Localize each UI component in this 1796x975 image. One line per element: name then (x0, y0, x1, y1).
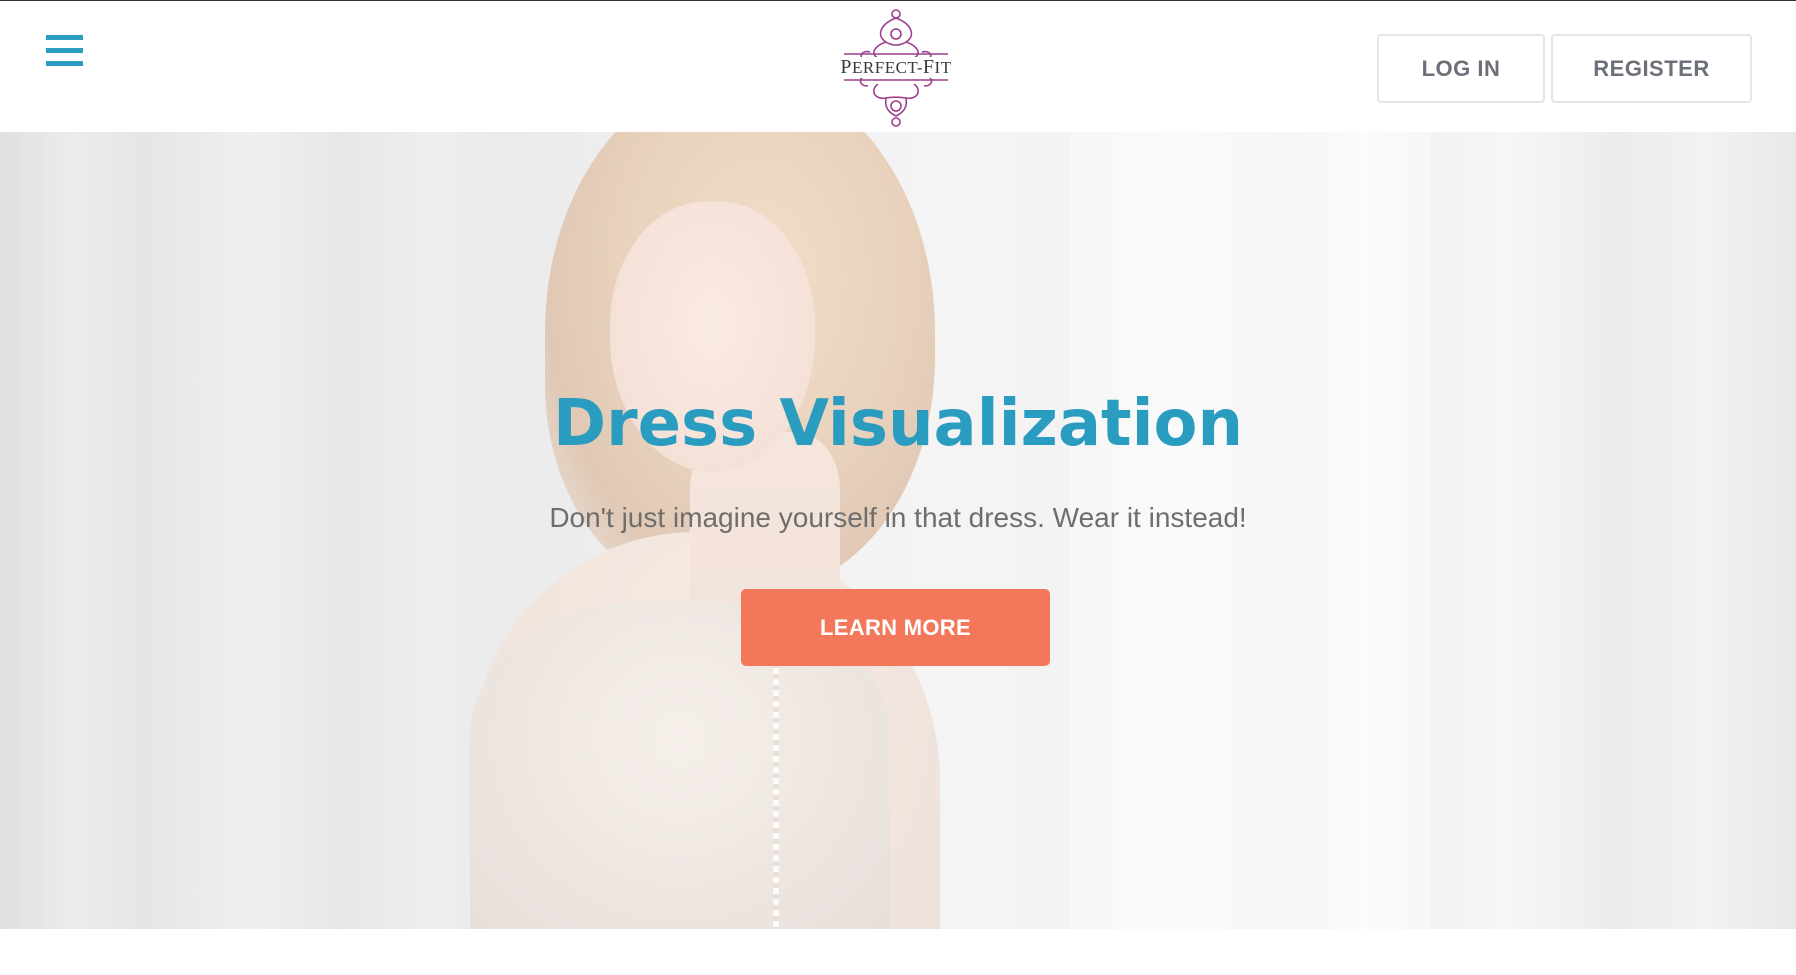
menu-bar (46, 35, 83, 40)
logo-text: PERFECT-FIT (840, 57, 952, 78)
page: PERFECT-FIT LOG IN REGISTER Dress Visual… (0, 0, 1796, 975)
hero-subtitle: Don't just imagine yourself in that dres… (549, 502, 1247, 533)
learn-more-button[interactable]: LEARN MORE (741, 589, 1050, 666)
login-button[interactable]: LOG IN (1377, 34, 1545, 103)
logo-letters: IT (934, 58, 952, 77)
menu-bar (46, 61, 83, 66)
site-header: PERFECT-FIT LOG IN REGISTER (0, 1, 1796, 132)
hero-title: Dress Visualization (552, 387, 1244, 461)
hero-section: Dress Visualization Don't just imagine y… (0, 132, 1796, 929)
logo-letter: F (922, 56, 935, 78)
logo[interactable]: PERFECT-FIT (840, 6, 952, 130)
below-hero-area (0, 929, 1796, 975)
logo-letters: ERFECT- (852, 58, 923, 77)
hamburger-menu-icon[interactable] (44, 33, 84, 71)
logo-letter: P (840, 56, 853, 78)
register-button[interactable]: REGISTER (1551, 34, 1752, 103)
menu-bar (46, 48, 83, 53)
